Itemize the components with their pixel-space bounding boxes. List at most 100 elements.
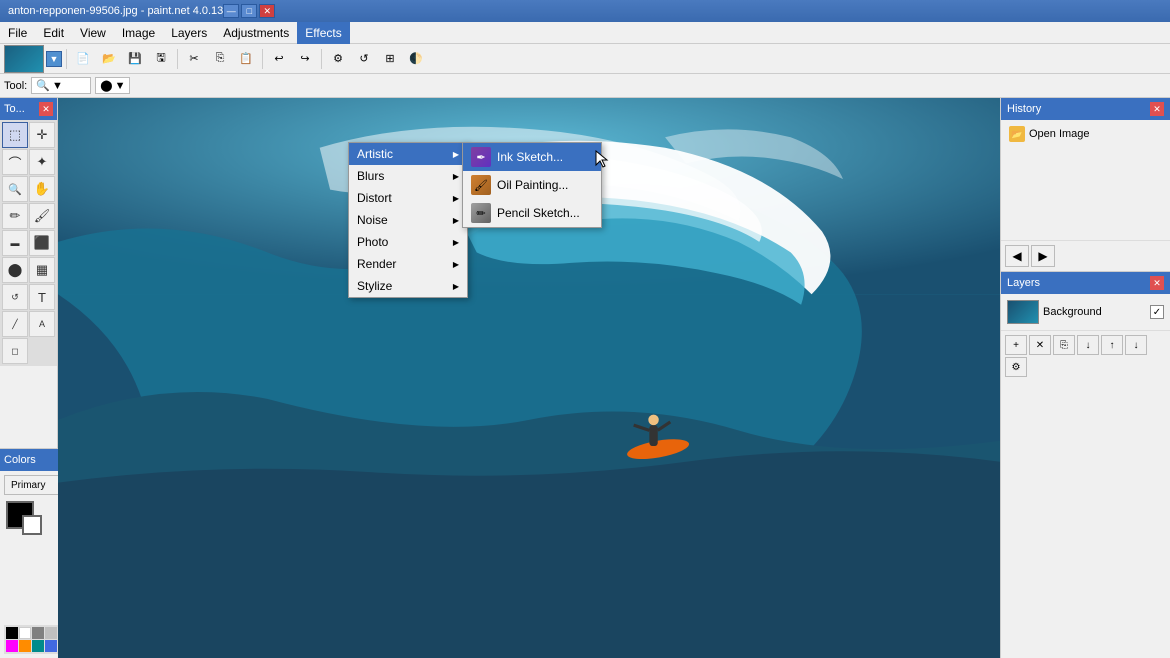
menu-view[interactable]: View bbox=[72, 22, 114, 44]
tool-text[interactable]: T bbox=[29, 284, 55, 310]
menu-item-noise[interactable]: Noise ▶ bbox=[349, 209, 467, 231]
tool-shapes[interactable]: A bbox=[29, 311, 55, 337]
duplicate-layer-button[interactable]: ⎘ bbox=[1053, 335, 1075, 355]
layer-visibility-check[interactable]: ✓ bbox=[1150, 305, 1164, 319]
effects-dropdown-menu: Artistic ▶ Blurs ▶ Distort ▶ Noise ▶ Pho… bbox=[348, 142, 468, 298]
add-layer-button[interactable]: + bbox=[1005, 335, 1027, 355]
submenu-ink-sketch[interactable]: ✒ Ink Sketch... bbox=[463, 143, 601, 171]
delete-layer-button[interactable]: ✕ bbox=[1029, 335, 1051, 355]
colors-panel-title: Colors bbox=[4, 454, 36, 466]
window-title: anton-repponen-99506.jpg - paint.net 4.0… bbox=[8, 5, 223, 17]
dropdown-arrow[interactable]: ▼ bbox=[46, 51, 62, 67]
history-item-open-image[interactable]: 📂 Open Image bbox=[1005, 124, 1166, 144]
menu-effects[interactable]: Effects bbox=[297, 22, 349, 44]
tool-paintbrush[interactable]: 🖌 bbox=[29, 203, 55, 229]
history-panel-header: History ✕ bbox=[1001, 98, 1170, 120]
tool-zoom[interactable]: 🔍 bbox=[2, 176, 28, 202]
menu-item-stylize[interactable]: Stylize ▶ bbox=[349, 275, 467, 297]
tool-clone-stamp[interactable]: ⬛ bbox=[29, 230, 55, 256]
tool-size-selector[interactable]: ⬤ ▼ bbox=[95, 77, 130, 94]
undo-history-button[interactable]: ◀ bbox=[1005, 245, 1029, 267]
save-button[interactable]: 💾 bbox=[123, 47, 147, 71]
layer-properties-button[interactable]: ⚙ bbox=[1005, 357, 1027, 377]
tool-rectangle-select[interactable]: ⬚ bbox=[2, 122, 28, 148]
render-arrow: ▶ bbox=[453, 260, 459, 269]
ink-sketch-icon: ✒ bbox=[471, 147, 491, 167]
tool-eraser[interactable]: ▬ bbox=[2, 230, 28, 256]
tool-selection-shapes[interactable]: ◻ bbox=[2, 338, 28, 364]
undo-button[interactable]: ↩ bbox=[267, 47, 291, 71]
menu-item-render[interactable]: Render ▶ bbox=[349, 253, 467, 275]
redo-button[interactable]: ↪ bbox=[293, 47, 317, 71]
redo-history-button[interactable]: ▶ bbox=[1031, 245, 1055, 267]
menu-file[interactable]: File bbox=[0, 22, 35, 44]
palette-gray[interactable] bbox=[32, 627, 44, 639]
palette-black[interactable] bbox=[6, 627, 18, 639]
tool-magic-wand[interactable]: ✦ bbox=[29, 149, 55, 175]
minimize-button[interactable]: — bbox=[223, 4, 239, 18]
noise-arrow: ▶ bbox=[453, 216, 459, 225]
layers-close-button[interactable]: ✕ bbox=[1150, 276, 1164, 290]
color-adj-button[interactable]: 🌓 bbox=[404, 47, 428, 71]
tool-size-dropdown[interactable]: ▼ bbox=[115, 80, 126, 92]
menu-image[interactable]: Image bbox=[114, 22, 163, 44]
oil-painting-icon: 🖌 bbox=[471, 175, 491, 195]
menu-item-distort[interactable]: Distort ▶ bbox=[349, 187, 467, 209]
tool-line[interactable]: ╱ bbox=[2, 311, 28, 337]
palette-royalblue[interactable] bbox=[45, 640, 57, 652]
layer-item-background[interactable]: Background ✓ bbox=[1005, 298, 1166, 326]
menu-item-blurs[interactable]: Blurs ▶ bbox=[349, 165, 467, 187]
menu-item-artistic[interactable]: Artistic ▶ bbox=[349, 143, 467, 165]
merge-layer-button[interactable]: ↓ bbox=[1077, 335, 1099, 355]
artistic-submenu: ✒ Ink Sketch... 🖌 Oil Painting... ✏ Penc… bbox=[462, 142, 602, 228]
submenu-oil-painting[interactable]: 🖌 Oil Painting... bbox=[463, 171, 601, 199]
history-close-button[interactable]: ✕ bbox=[1150, 102, 1164, 116]
primary-swatch[interactable] bbox=[6, 501, 34, 529]
tool-size-icon: ⬤ bbox=[100, 79, 112, 92]
grid-button[interactable]: ⊞ bbox=[378, 47, 402, 71]
move-layer-up-button[interactable]: ↑ bbox=[1101, 335, 1123, 355]
menu-adjustments[interactable]: Adjustments bbox=[215, 22, 297, 44]
toolbar-separator-2 bbox=[177, 49, 178, 69]
move-layer-down-button[interactable]: ↓ bbox=[1125, 335, 1147, 355]
current-tool-dropdown[interactable]: ▼ bbox=[52, 80, 63, 92]
tool-move[interactable]: ✛ bbox=[29, 122, 55, 148]
cut-button[interactable]: ✂ bbox=[182, 47, 206, 71]
toolbox-close-button[interactable]: ✕ bbox=[39, 102, 53, 116]
menu-edit[interactable]: Edit bbox=[35, 22, 72, 44]
window-controls[interactable]: — □ ✕ bbox=[223, 4, 275, 18]
menu-item-photo[interactable]: Photo ▶ bbox=[349, 231, 467, 253]
settings-button[interactable]: ⚙ bbox=[326, 47, 350, 71]
palette-white[interactable] bbox=[19, 627, 31, 639]
palette-darkcyan[interactable] bbox=[32, 640, 44, 652]
current-tool-icon: 🔍 bbox=[36, 79, 50, 92]
palette-orange[interactable] bbox=[19, 640, 31, 652]
tool-selector[interactable]: 🔍 ▼ bbox=[31, 77, 91, 94]
maximize-button[interactable]: □ bbox=[241, 4, 257, 18]
paste-button[interactable]: 📋 bbox=[234, 47, 258, 71]
menu-layers[interactable]: Layers bbox=[163, 22, 215, 44]
tool-pan[interactable]: ✋ bbox=[29, 176, 55, 202]
layers-panel: Layers ✕ Background ✓ + ✕ ⎘ ↓ ↑ ↓ ⚙ bbox=[1001, 272, 1170, 658]
close-button[interactable]: ✕ bbox=[259, 4, 275, 18]
tool-gradient[interactable]: ▦ bbox=[29, 257, 55, 283]
oil-painting-label: Oil Painting... bbox=[497, 178, 568, 192]
copy-button[interactable]: ⎘ bbox=[208, 47, 232, 71]
tool-recolor[interactable]: ↺ bbox=[2, 284, 28, 310]
tool-lasso[interactable]: ⌒ bbox=[2, 149, 28, 175]
toolbar-separator-3 bbox=[262, 49, 263, 69]
canvas-area[interactable]: Artistic ▶ Blurs ▶ Distort ▶ Noise ▶ Pho… bbox=[58, 98, 1000, 658]
palette-fuchsia[interactable] bbox=[6, 640, 18, 652]
refresh-button[interactable]: ↺ bbox=[352, 47, 376, 71]
history-item-label: Open Image bbox=[1029, 128, 1090, 140]
tool-fill[interactable]: ⬤ bbox=[2, 257, 28, 283]
submenu-pencil-sketch[interactable]: ✏ Pencil Sketch... bbox=[463, 199, 601, 227]
photo-label: Photo bbox=[357, 235, 388, 249]
palette-silver[interactable] bbox=[45, 627, 57, 639]
new-button[interactable]: 📄 bbox=[71, 47, 95, 71]
secondary-swatch[interactable] bbox=[22, 515, 42, 535]
open-button[interactable]: 📂 bbox=[97, 47, 121, 71]
save-all-button[interactable]: 🖫 bbox=[149, 47, 173, 71]
layers-content: Background ✓ bbox=[1001, 294, 1170, 330]
tool-pencil[interactable]: ✏ bbox=[2, 203, 28, 229]
